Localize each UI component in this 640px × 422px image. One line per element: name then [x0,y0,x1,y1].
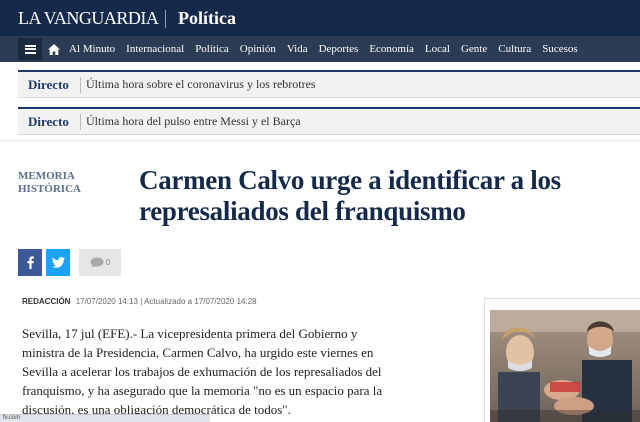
nav-item-vida[interactable]: Vida [287,43,308,55]
nav-item-politica[interactable]: Política [195,43,229,55]
nav-item-sucesos[interactable]: Sucesos [542,43,577,55]
live-label: Directo [28,113,69,129]
nav-item-local[interactable]: Local [425,43,450,55]
live-label: Directo [28,76,69,92]
hamburger-icon [24,44,36,54]
twitter-icon [51,257,65,268]
live-banner-messi[interactable]: Directo Última hora del pulso entre Mess… [18,107,640,135]
facebook-icon [27,256,34,269]
masthead: LA VANGUARDIA Política [0,0,640,36]
nav-item-gente[interactable]: Gente [461,43,487,55]
section-title[interactable]: Política [178,8,236,29]
live-banner-coronavirus[interactable]: Directo Última hora sobre el coronavirus… [18,70,640,98]
comment-icon [90,257,104,268]
article-headline: Carmen Calvo urge a identificar a los re… [139,165,561,226]
comment-count: 0 [105,258,111,267]
meta-separator: | [140,297,143,306]
home-icon [48,43,60,55]
article-photo-graphic [490,310,640,422]
article-kicker[interactable]: MEMORIA HISTÓRICA [18,170,118,196]
nav-item-economia[interactable]: Economía [369,43,414,55]
home-button[interactable] [44,38,64,60]
nav-item-al-minuto[interactable]: Al Minuto [69,43,115,55]
nav-item-opinion[interactable]: Opinión [240,43,276,55]
site-logo[interactable]: LA VANGUARDIA [18,8,159,29]
browser-status-bar: fv.com [0,414,210,422]
live-headline[interactable]: Última hora sobre el coronavirus y los r… [86,77,316,92]
article-author[interactable]: REDACCIÓN [22,297,70,306]
live-divider [80,113,81,130]
twitter-share-button[interactable] [46,249,70,276]
menu-button[interactable] [18,38,42,60]
nav-item-internacional[interactable]: Internacional [126,43,184,55]
comments-button[interactable]: 0 [79,249,121,276]
live-headline[interactable]: Última hora del pulso entre Messi y el B… [86,114,301,129]
article-meta: REDACCIÓN 17/07/2020 14:13 | Actualizado… [22,297,257,306]
article-photo[interactable] [490,310,640,422]
article-updated: Actualizado a 17/07/2020 14:28 [144,297,257,306]
nav-item-cultura[interactable]: Cultura [498,43,531,55]
nav-item-deportes[interactable]: Deportes [319,43,359,55]
article-body: Sevilla, 17 jul (EFE).- La vicepresident… [22,326,383,417]
facebook-share-button[interactable] [18,249,42,276]
share-bar: 0 [18,249,121,276]
nav-items: Al Minuto Internacional Política Opinión… [69,36,589,62]
article-date: 17/07/2020 14:13 [75,297,138,306]
status-url: fv.com [3,415,21,421]
live-divider [80,76,81,93]
main-navigation: Al Minuto Internacional Política Opinión… [0,36,640,62]
section-divider [0,140,640,141]
masthead-divider [165,10,166,28]
